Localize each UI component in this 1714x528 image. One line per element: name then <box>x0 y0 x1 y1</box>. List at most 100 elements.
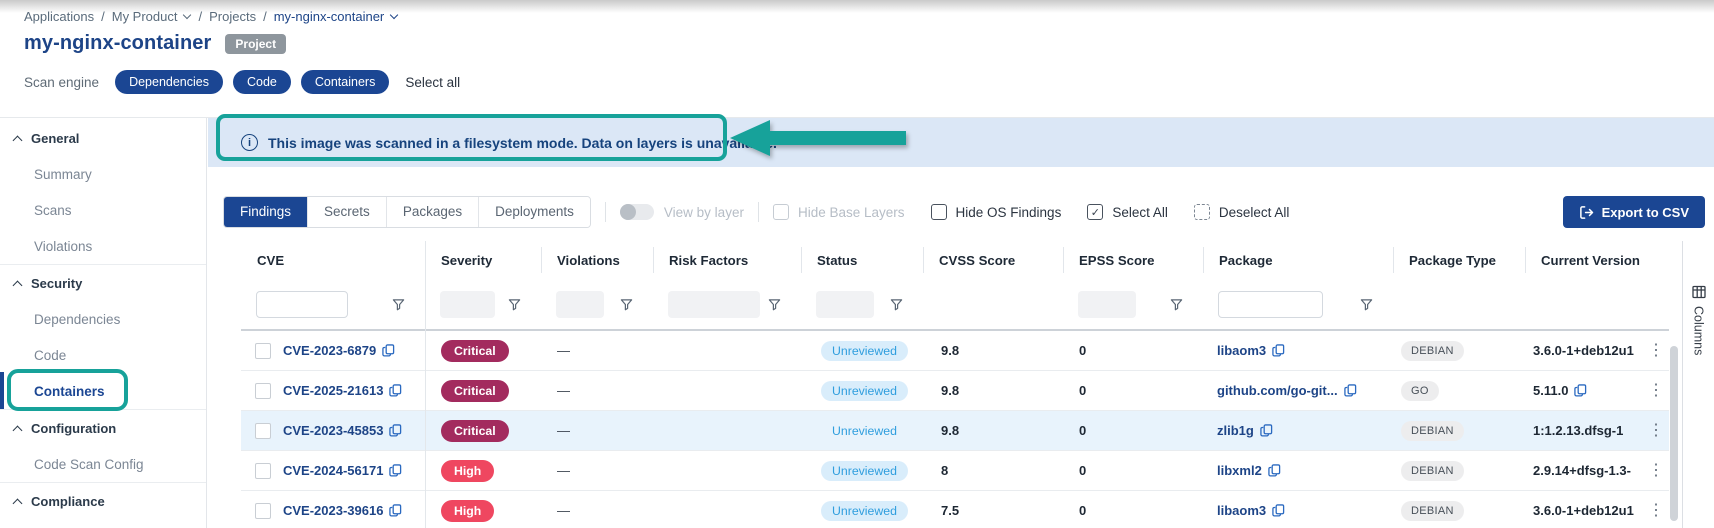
package-type-badge: DEBIAN <box>1401 421 1464 441</box>
filter-box[interactable] <box>1078 291 1136 318</box>
table-row[interactable]: CVE-2023-45853 Critical — Unreviewed 9.8… <box>241 411 1669 451</box>
table-row[interactable]: CVE-2025-21613 Critical — Unreviewed 9.8… <box>241 371 1669 411</box>
row-actions-menu[interactable]: ⋮ <box>1648 383 1664 399</box>
column-header-risk-factors[interactable]: Risk Factors <box>653 241 801 279</box>
vertical-scrollbar[interactable] <box>1670 346 1678 521</box>
copy-icon[interactable] <box>389 504 402 517</box>
copy-icon[interactable] <box>1272 504 1285 517</box>
copy-icon[interactable] <box>389 464 402 477</box>
filter-box[interactable] <box>816 291 874 318</box>
sidebar-section-configuration[interactable]: Configuration <box>0 410 206 446</box>
export-to-csv-button[interactable]: Export to CSV <box>1563 196 1705 228</box>
cve-link[interactable]: CVE-2025-21613 <box>283 383 383 398</box>
package-link[interactable]: github.com/go-git... <box>1217 383 1338 398</box>
filter-funnel-icon[interactable] <box>508 298 521 311</box>
breadcrumb-item[interactable]: My Product <box>112 9 192 24</box>
copy-icon[interactable] <box>382 344 395 357</box>
select-all-checkbox[interactable]: ✓ <box>1087 204 1103 220</box>
view-by-layer-label: View by layer <box>664 205 744 220</box>
tab-findings[interactable]: Findings <box>224 197 307 227</box>
copy-icon[interactable] <box>1260 424 1273 437</box>
column-header-cve[interactable]: CVE <box>241 241 425 279</box>
scan-engine-pill[interactable]: Dependencies <box>115 70 223 94</box>
column-header-package-type[interactable]: Package Type <box>1393 241 1525 279</box>
filter-input[interactable] <box>256 291 348 318</box>
tab-packages[interactable]: Packages <box>386 197 478 227</box>
filter-funnel-icon[interactable] <box>1360 298 1373 311</box>
violations-value: — <box>557 423 570 438</box>
row-checkbox[interactable] <box>255 463 271 479</box>
view-by-layer-toggle[interactable] <box>620 204 654 220</box>
filter-box[interactable] <box>668 291 760 318</box>
cve-link[interactable]: CVE-2024-56171 <box>283 463 383 478</box>
filter-box[interactable] <box>556 291 604 318</box>
table-row[interactable]: CVE-2024-56171 High — Unreviewed 8 0 lib… <box>241 451 1669 491</box>
sidebar-item-violations[interactable]: Violations <box>0 228 206 264</box>
copy-icon[interactable] <box>1268 464 1281 477</box>
sidebar-section-security[interactable]: Security <box>0 265 206 301</box>
row-actions-menu[interactable]: ⋮ <box>1648 343 1664 359</box>
cve-link[interactable]: CVE-2023-45853 <box>283 423 383 438</box>
sidebar-section-general[interactable]: General <box>0 120 206 156</box>
filter-funnel-icon[interactable] <box>768 298 781 311</box>
sidebar-item-summary[interactable]: Summary <box>0 156 206 192</box>
filter-box[interactable] <box>440 291 495 318</box>
scan-engine-pill[interactable]: Containers <box>301 70 389 94</box>
tab-deployments[interactable]: Deployments <box>478 197 590 227</box>
findings-table: CVESeverityViolationsRisk FactorsStatusC… <box>241 241 1669 528</box>
column-header-epss-score[interactable]: EPSS Score <box>1063 241 1203 279</box>
hide-os-findings-checkbox[interactable] <box>931 204 947 220</box>
filter-input[interactable] <box>1218 291 1323 318</box>
column-header-current-version[interactable]: Current Version <box>1525 241 1643 279</box>
scan-select-all-link[interactable]: Select all <box>405 75 460 90</box>
filter-funnel-icon[interactable] <box>620 298 633 311</box>
copy-icon[interactable] <box>389 384 402 397</box>
scan-engine-pill[interactable]: Code <box>233 70 291 94</box>
breadcrumb-item[interactable]: my-nginx-container <box>274 9 399 24</box>
copy-icon[interactable] <box>1272 344 1285 357</box>
sidebar-item-dependencies[interactable]: Dependencies <box>0 301 206 337</box>
row-actions-menu[interactable]: ⋮ <box>1648 463 1664 479</box>
row-actions-menu[interactable]: ⋮ <box>1648 423 1664 439</box>
row-checkbox[interactable] <box>255 383 271 399</box>
sidebar: GeneralSummaryScansViolationsSecurityDep… <box>0 118 207 528</box>
row-checkbox[interactable] <box>255 343 271 359</box>
cvss-score-value: 9.8 <box>941 383 959 398</box>
column-header-status[interactable]: Status <box>801 241 923 279</box>
package-link[interactable]: zlib1g <box>1217 423 1254 438</box>
copy-icon[interactable] <box>389 424 402 437</box>
copy-icon[interactable] <box>1574 384 1587 397</box>
columns-panel-toggle[interactable]: Columns <box>1682 241 1714 528</box>
copy-icon[interactable] <box>1344 384 1357 397</box>
column-header-violations[interactable]: Violations <box>541 241 653 279</box>
breadcrumb-item[interactable]: Projects <box>209 9 256 24</box>
cve-link[interactable]: CVE-2023-6879 <box>283 343 376 358</box>
sidebar-item-code-scan-config[interactable]: Code Scan Config <box>0 446 206 482</box>
row-checkbox[interactable] <box>255 423 271 439</box>
package-link[interactable]: libxml2 <box>1217 463 1262 478</box>
table-row[interactable]: CVE-2023-6879 Critical — Unreviewed 9.8 … <box>241 331 1669 371</box>
info-banner-text: This image was scanned in a filesystem m… <box>268 135 777 151</box>
hide-base-layers-checkbox[interactable] <box>773 204 789 220</box>
filter-funnel-icon[interactable] <box>392 298 405 311</box>
breadcrumb-item[interactable]: Applications <box>24 9 94 24</box>
row-actions-menu[interactable]: ⋮ <box>1648 503 1664 519</box>
findings-toolbar: FindingsSecretsPackagesDeployments View … <box>223 196 1706 228</box>
sidebar-item-scans[interactable]: Scans <box>0 192 206 228</box>
column-header-cvss-score[interactable]: CVSS Score <box>923 241 1063 279</box>
column-header-package[interactable]: Package <box>1203 241 1393 279</box>
deselect-all-checkbox[interactable] <box>1194 204 1210 220</box>
column-header-severity[interactable]: Severity <box>425 241 541 279</box>
tab-secrets[interactable]: Secrets <box>307 197 386 227</box>
package-link[interactable]: libaom3 <box>1217 343 1266 358</box>
sidebar-item-containers[interactable]: Containers <box>0 373 206 409</box>
table-row[interactable]: CVE-2023-39616 High — Unreviewed 7.5 0 l… <box>241 491 1669 528</box>
filter-funnel-icon[interactable] <box>1170 298 1183 311</box>
sidebar-item-code[interactable]: Code <box>0 337 206 373</box>
package-link[interactable]: libaom3 <box>1217 503 1266 518</box>
cve-link[interactable]: CVE-2023-39616 <box>283 503 383 518</box>
filter-funnel-icon[interactable] <box>890 298 903 311</box>
sidebar-section-compliance[interactable]: Compliance <box>0 483 206 519</box>
row-checkbox[interactable] <box>255 503 271 519</box>
package-type-badge: DEBIAN <box>1401 341 1464 361</box>
